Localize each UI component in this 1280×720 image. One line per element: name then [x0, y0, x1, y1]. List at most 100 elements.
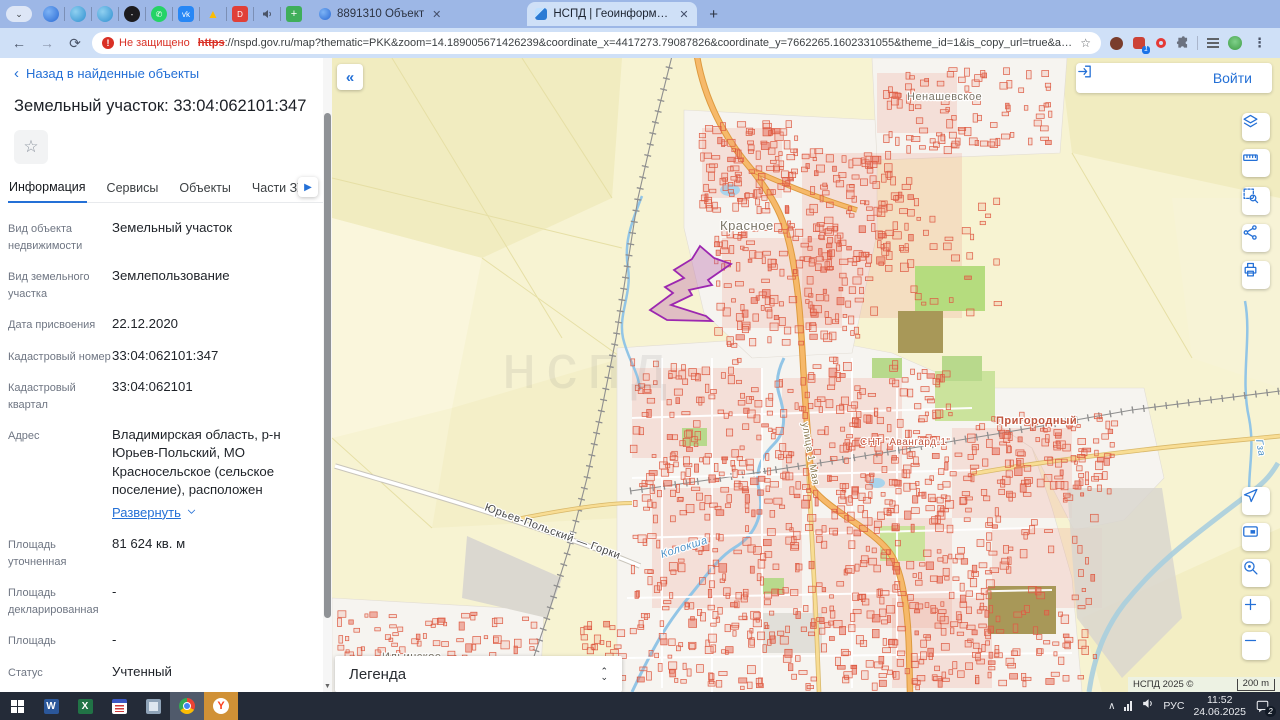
chevron-down-icon: [186, 504, 197, 522]
pinned-whatsapp-icon[interactable]: ✆: [151, 6, 167, 22]
pinned-green-plus-icon[interactable]: +: [286, 6, 302, 22]
field-row: Вид земельного участкаЗемлепользование: [8, 267, 314, 302]
taskbar-app-report[interactable]: [102, 692, 136, 720]
browser-tab-1[interactable]: 8891310 Объект ✕: [311, 2, 449, 26]
panel-scrollbar[interactable]: ▼: [323, 58, 332, 692]
zoom-out-button[interactable]: [1242, 632, 1270, 660]
pinned-tabs: -✆ vk ▲ D +: [38, 6, 307, 22]
tab-title: НСПД | Геоинформационный: [553, 8, 671, 20]
tabs-scroll-right-button[interactable]: ▶: [298, 177, 318, 197]
browser-tab-2-active[interactable]: НСПД | Геоинформационный ✕: [527, 2, 696, 26]
pinned-audio-icon[interactable]: [259, 6, 275, 22]
reading-list-icon[interactable]: [1205, 36, 1220, 51]
pinned-drive-icon[interactable]: ▲: [205, 6, 221, 22]
page-title: Земельный участок: 33:04:062101:347: [14, 97, 318, 116]
field-row: АдресВладимирская область, р-н Юрьев-Пол…: [8, 426, 314, 522]
field-row: Кадастровый квартал33:04:062101: [8, 378, 314, 413]
map-image: нспдНенашевскоеКрасноеПригородныйСНТ "Ав…: [332, 58, 1280, 692]
back-button[interactable]: ←: [8, 32, 30, 54]
taskbar-app-chrome[interactable]: [170, 692, 204, 720]
url-rest: ://nspd.gov.ru/map?thematic=PKK&zoom=14.…: [225, 37, 1073, 49]
extension-icon-2[interactable]: 1: [1131, 36, 1146, 51]
layers-button[interactable]: [1242, 113, 1270, 141]
new-tab-button[interactable]: +: [703, 3, 725, 25]
taskbar-app-word[interactable]: W: [34, 692, 68, 720]
notification-badge: 2: [1265, 706, 1276, 717]
tab-close-icon[interactable]: ✕: [432, 8, 441, 21]
login-label: Войти: [1213, 70, 1252, 86]
panel-tab-3[interactable]: Объекты: [178, 181, 232, 202]
reload-button[interactable]: ⟳: [64, 32, 86, 54]
system-tray: ∧ РУС 11:5224.06.2025 2: [1108, 694, 1280, 718]
field-row: Дата присвоения22.12.2020: [8, 315, 314, 334]
panel-tabs: ИнформацияСервисыОбъектыЧасти ЗУСоста▶: [8, 178, 332, 203]
back-to-results-link[interactable]: ‹ Назад в найденные объекты: [14, 66, 332, 81]
panel-tab-2[interactable]: Сервисы: [106, 181, 160, 202]
tab-favicon: [535, 8, 547, 20]
map-watermark: нспд: [502, 333, 677, 402]
expand-address-link[interactable]: Развернуть: [112, 504, 314, 522]
pinned-blue-3-icon[interactable]: [97, 6, 113, 22]
tray-expand-icon[interactable]: ∧: [1108, 701, 1115, 712]
panel-collapse-button[interactable]: «: [337, 64, 363, 90]
area-select-button[interactable]: [1242, 187, 1270, 215]
browser-menu-icon[interactable]: ⋮: [1249, 35, 1270, 51]
fields-list: Вид объекта недвижимостиЗемельный участо…: [0, 203, 332, 692]
address-bar[interactable]: ! Не защищено https://nspd.gov.ru/map?th…: [92, 32, 1101, 54]
ruler-button[interactable]: [1242, 149, 1270, 177]
pinned-separator: [91, 7, 92, 21]
tab-search-button[interactable]: ⌄: [6, 6, 32, 22]
taskbar-app-excel[interactable]: X: [68, 692, 102, 720]
zoom-in-button[interactable]: [1242, 596, 1270, 624]
pinned-separator: [145, 7, 146, 21]
locate-button[interactable]: [1242, 487, 1270, 515]
extension-icon-1[interactable]: [1109, 36, 1124, 51]
scrollbar-thumb[interactable]: [324, 113, 331, 618]
browser-tabstrip: ⌄ -✆ vk ▲ D + 8891310 Объект ✕ НСПД | Геоинф…: [0, 0, 1280, 28]
security-label: Не защищено: [119, 37, 190, 49]
pinned-red-d-icon[interactable]: D: [232, 6, 248, 22]
tab-favicon: [319, 8, 331, 20]
security-warning-icon[interactable]: !: [102, 37, 114, 49]
taskbar-app-document[interactable]: [136, 692, 170, 720]
favorite-star-button[interactable]: ☆: [14, 130, 48, 164]
speaker-icon[interactable]: [1141, 697, 1154, 715]
language-indicator[interactable]: РУС: [1163, 700, 1184, 712]
object-search-button[interactable]: [1242, 559, 1270, 587]
map-canvas[interactable]: нспдНенашевскоеКрасноеПригородныйСНТ "Ав…: [332, 58, 1280, 692]
extension-icon-3[interactable]: [1153, 36, 1168, 51]
extensions-puzzle-icon[interactable]: [1175, 36, 1190, 51]
pinned-separator: [118, 7, 119, 21]
pinned-dark-icon[interactable]: -: [124, 6, 140, 22]
profile-avatar[interactable]: [1227, 36, 1242, 51]
url-text: https://nspd.gov.ru/map?thematic=PKK&zoo…: [198, 37, 1073, 49]
panel-tab-1[interactable]: Информация: [8, 180, 87, 203]
forward-button[interactable]: →: [36, 32, 58, 54]
field-label: Дата присвоения: [8, 315, 112, 334]
legend-bar[interactable]: Легенда ⌃⌄: [335, 656, 622, 692]
field-value: Землепользование: [112, 267, 314, 302]
bookmark-star-icon[interactable]: ☆: [1072, 36, 1091, 50]
pinned-blue-1-icon[interactable]: [43, 6, 59, 22]
tab-close-icon[interactable]: ✕: [679, 8, 688, 21]
login-bar[interactable]: Войти: [1076, 63, 1272, 93]
field-value: 33:04:062101: [112, 378, 314, 413]
pinned-blue-2-icon[interactable]: [70, 6, 86, 22]
map-label: СНТ "Авангард-1": [860, 437, 950, 448]
print-button[interactable]: [1242, 261, 1270, 289]
notification-icon[interactable]: 2: [1255, 699, 1270, 713]
field-row: Вид объекта недвижимостиЗемельный участо…: [8, 219, 314, 254]
screen: ⌄ -✆ vk ▲ D + 8891310 Объект ✕ НСПД | Геоинф…: [0, 0, 1280, 720]
taskbar-app-yandex[interactable]: Y: [204, 692, 238, 720]
share-button[interactable]: [1242, 224, 1270, 252]
field-value: Земельный участок: [112, 219, 314, 254]
field-row: Площадь-: [8, 631, 314, 650]
minimap-button[interactable]: [1242, 523, 1270, 551]
pinned-vk-icon[interactable]: vk: [178, 6, 194, 22]
start-button[interactable]: [0, 692, 34, 720]
clock[interactable]: 11:5224.06.2025: [1193, 694, 1246, 718]
scrollbar-down-arrow[interactable]: ▼: [323, 683, 332, 690]
back-link-label: Назад в найденные объекты: [26, 66, 199, 81]
browser-toolbar: ← → ⟳ ! Не защищено https://nspd.gov.ru/…: [0, 28, 1280, 58]
network-icon[interactable]: [1124, 701, 1132, 711]
